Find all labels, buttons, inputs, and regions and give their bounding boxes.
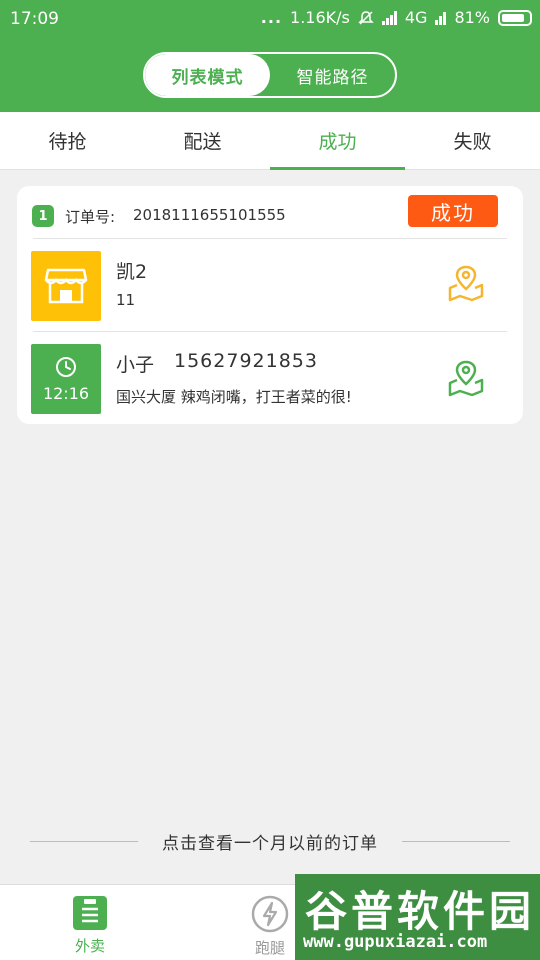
net-speed: 1.16K/s [290, 8, 350, 27]
mode-switch: 列表模式 智能路径 [143, 52, 397, 98]
order-card[interactable]: 1 订单号: 2018111655101555 成功 凯2 11 12:16 小… [17, 186, 523, 424]
delivery-time: 12:16 [42, 383, 90, 403]
watermark-en: www.gupuxiazai.com [303, 932, 488, 952]
app-header: 列表模式 智能路径 [0, 38, 540, 112]
tab-delivering[interactable]: 配送 [135, 112, 270, 169]
order-index-badge: 1 [32, 205, 54, 227]
mode-smart-route[interactable]: 智能路径 [270, 54, 395, 96]
customer-row[interactable]: 12:16 小子 15627921853 国兴大厦 辣鸡闭嘴，打王者菜的很! [17, 332, 523, 424]
status-right: ... 1.16K/s 4G 81% [261, 8, 532, 27]
divider [30, 840, 138, 842]
delivery-time-thumbnail: 12:16 [31, 344, 101, 414]
status-time: 17:09 [10, 9, 59, 29]
signal-icon [381, 10, 397, 25]
tab-pending[interactable]: 待抢 [0, 112, 135, 169]
battery-icon [498, 9, 532, 26]
status-badge: 成功 [408, 195, 498, 227]
order-number-label: 订单号: [65, 208, 116, 226]
signal-icon-2 [435, 11, 447, 25]
order-number: 2018111655101555 [133, 206, 286, 224]
tab-failed[interactable]: 失败 [405, 112, 540, 169]
takeout-list-icon [73, 896, 107, 930]
map-pin-icon[interactable] [447, 263, 485, 303]
shop-thumbnail [31, 251, 101, 321]
watermark-cn: 谷普软件园 [305, 887, 536, 936]
shop-detail: 11 [116, 291, 136, 309]
battery-percent: 81% [454, 8, 490, 27]
order-status-tabs: 待抢 配送 成功 失败 [0, 112, 540, 170]
watermark: 谷普软件园 www.gupuxiazai.com [295, 874, 540, 960]
more-dots: ... [260, 8, 283, 27]
shop-row[interactable]: 凯2 11 [17, 239, 523, 331]
divider [402, 840, 510, 842]
customer-address: 国兴大厦 辣鸡闭嘴，打王者菜的很! [116, 388, 352, 406]
nav-takeout-label: 外卖 [74, 937, 105, 955]
customer-phone[interactable]: 15627921853 [174, 350, 318, 372]
tab-success[interactable]: 成功 [270, 112, 405, 170]
mute-bell-icon [358, 10, 374, 25]
mode-list[interactable]: 列表模式 [145, 54, 270, 96]
customer-name: 小子 [116, 354, 155, 376]
map-pin-icon[interactable] [447, 358, 485, 398]
history-orders-link[interactable]: 点击查看一个月以前的订单 [30, 826, 510, 856]
shop-name: 凯2 [116, 261, 148, 283]
network-type: 4G [404, 8, 428, 27]
clock-icon [56, 356, 76, 377]
status-bar: 17:09 ... 1.16K/s 4G 81% [0, 0, 540, 38]
history-orders-text: 点击查看一个月以前的订单 [162, 833, 378, 854]
order-card-header: 1 订单号: 2018111655101555 成功 [17, 186, 523, 238]
nav-errand-label: 跑腿 [254, 939, 285, 957]
store-icon [44, 268, 88, 304]
nav-takeout[interactable]: 外卖 [30, 885, 150, 960]
lightning-icon [251, 895, 289, 933]
